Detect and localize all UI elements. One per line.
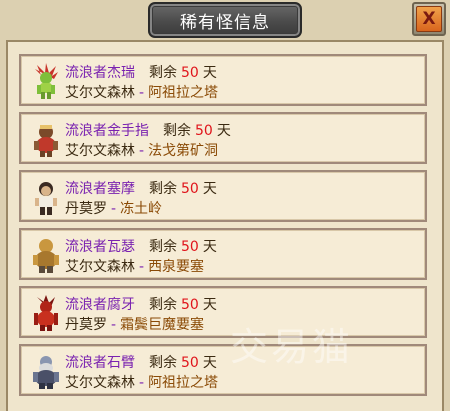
monster-region: 艾尔文森林 — [65, 85, 135, 101]
location-separator: - — [139, 143, 145, 159]
remaining-days: 50 — [181, 181, 199, 197]
monster-name: 流浪者腐牙 — [65, 297, 135, 313]
location-separator: - — [111, 201, 117, 217]
remaining-label: 剩余 — [149, 239, 177, 255]
monster-name: 流浪者石臂 — [65, 355, 135, 371]
monster-region: 艾尔文森林 — [65, 259, 135, 275]
remaining-label: 剩余 — [149, 181, 177, 197]
remaining-days: 50 — [181, 239, 199, 255]
remaining-label: 剩余 — [149, 65, 177, 81]
dwarf-portrait-icon — [33, 356, 59, 389]
kobold-portrait-icon — [34, 125, 58, 157]
monster-region: 丹莫罗 — [65, 201, 107, 217]
monster-name: 流浪者塞摩 — [65, 181, 135, 197]
remaining-days: 50 — [181, 355, 199, 371]
days-unit: 天 — [202, 181, 217, 197]
monster-location: 冻土岭 — [120, 201, 163, 217]
monster-card[interactable]: 流浪者腐牙 剩余 50 天 丹莫罗 - 霜鬓巨魔要塞 — [19, 286, 427, 338]
remaining-days: 50 — [195, 123, 213, 139]
gnoll-portrait-icon — [33, 239, 59, 273]
days-unit: 天 — [202, 239, 217, 255]
remaining-label: 剩余 — [149, 297, 177, 313]
troll-portrait-icon — [34, 295, 58, 331]
goblin-portrait-icon — [35, 63, 58, 99]
remaining-label: 剩余 — [163, 123, 191, 139]
monster-name: 流浪者金手指 — [65, 123, 149, 139]
days-unit: 天 — [202, 297, 217, 313]
monster-location: 法戈第矿洞 — [148, 143, 219, 159]
panel-title: 稀有怪信息 — [180, 12, 270, 33]
rare-monster-list: 流浪者杰瑞 剩余 50 天 艾尔文森林 - 阿祖拉之塔 流浪者金手指 剩余 50 天 艾尔文森林… — [19, 54, 427, 402]
monster-name: 流浪者瓦瑟 — [65, 239, 135, 255]
remaining-label: 剩余 — [149, 355, 177, 371]
location-separator: - — [139, 259, 145, 275]
monster-region: 丹莫罗 — [65, 317, 107, 333]
location-separator: - — [111, 317, 117, 333]
remaining-days: 50 — [181, 297, 199, 313]
monster-location: 西泉要塞 — [148, 259, 205, 275]
days-unit: 天 — [202, 65, 217, 81]
monster-card[interactable]: 流浪者金手指 剩余 50 天 艾尔文森林 - 法戈第矿洞 — [19, 112, 427, 164]
close-label: X — [422, 8, 436, 29]
location-separator: - — [139, 375, 145, 391]
trogg-portrait-icon — [35, 182, 57, 215]
monster-name: 流浪者杰瑞 — [65, 65, 135, 81]
monster-card[interactable]: 流浪者杰瑞 剩余 50 天 艾尔文森林 - 阿祖拉之塔 — [19, 54, 427, 106]
panel-title-tab: 稀有怪信息 — [148, 2, 302, 38]
days-unit: 天 — [216, 123, 231, 139]
close-button[interactable]: X — [412, 2, 446, 36]
monster-card[interactable]: 流浪者石臂 剩余 50 天 艾尔文森林 - 阿祖拉之塔 — [19, 344, 427, 396]
monster-card[interactable]: 流浪者塞摩 剩余 50 天 丹莫罗 - 冻土岭 — [19, 170, 427, 222]
remaining-days: 50 — [181, 65, 199, 81]
monster-location: 霜鬓巨魔要塞 — [120, 317, 205, 333]
days-unit: 天 — [202, 355, 217, 371]
monster-location: 阿祖拉之塔 — [148, 85, 219, 101]
monster-card[interactable]: 流浪者瓦瑟 剩余 50 天 艾尔文森林 - 西泉要塞 — [19, 228, 427, 280]
close-icon: X — [416, 6, 442, 32]
monster-region: 艾尔文森林 — [65, 143, 135, 159]
monster-location: 阿祖拉之塔 — [148, 375, 219, 391]
monster-region: 艾尔文森林 — [65, 375, 135, 391]
location-separator: - — [139, 85, 145, 101]
